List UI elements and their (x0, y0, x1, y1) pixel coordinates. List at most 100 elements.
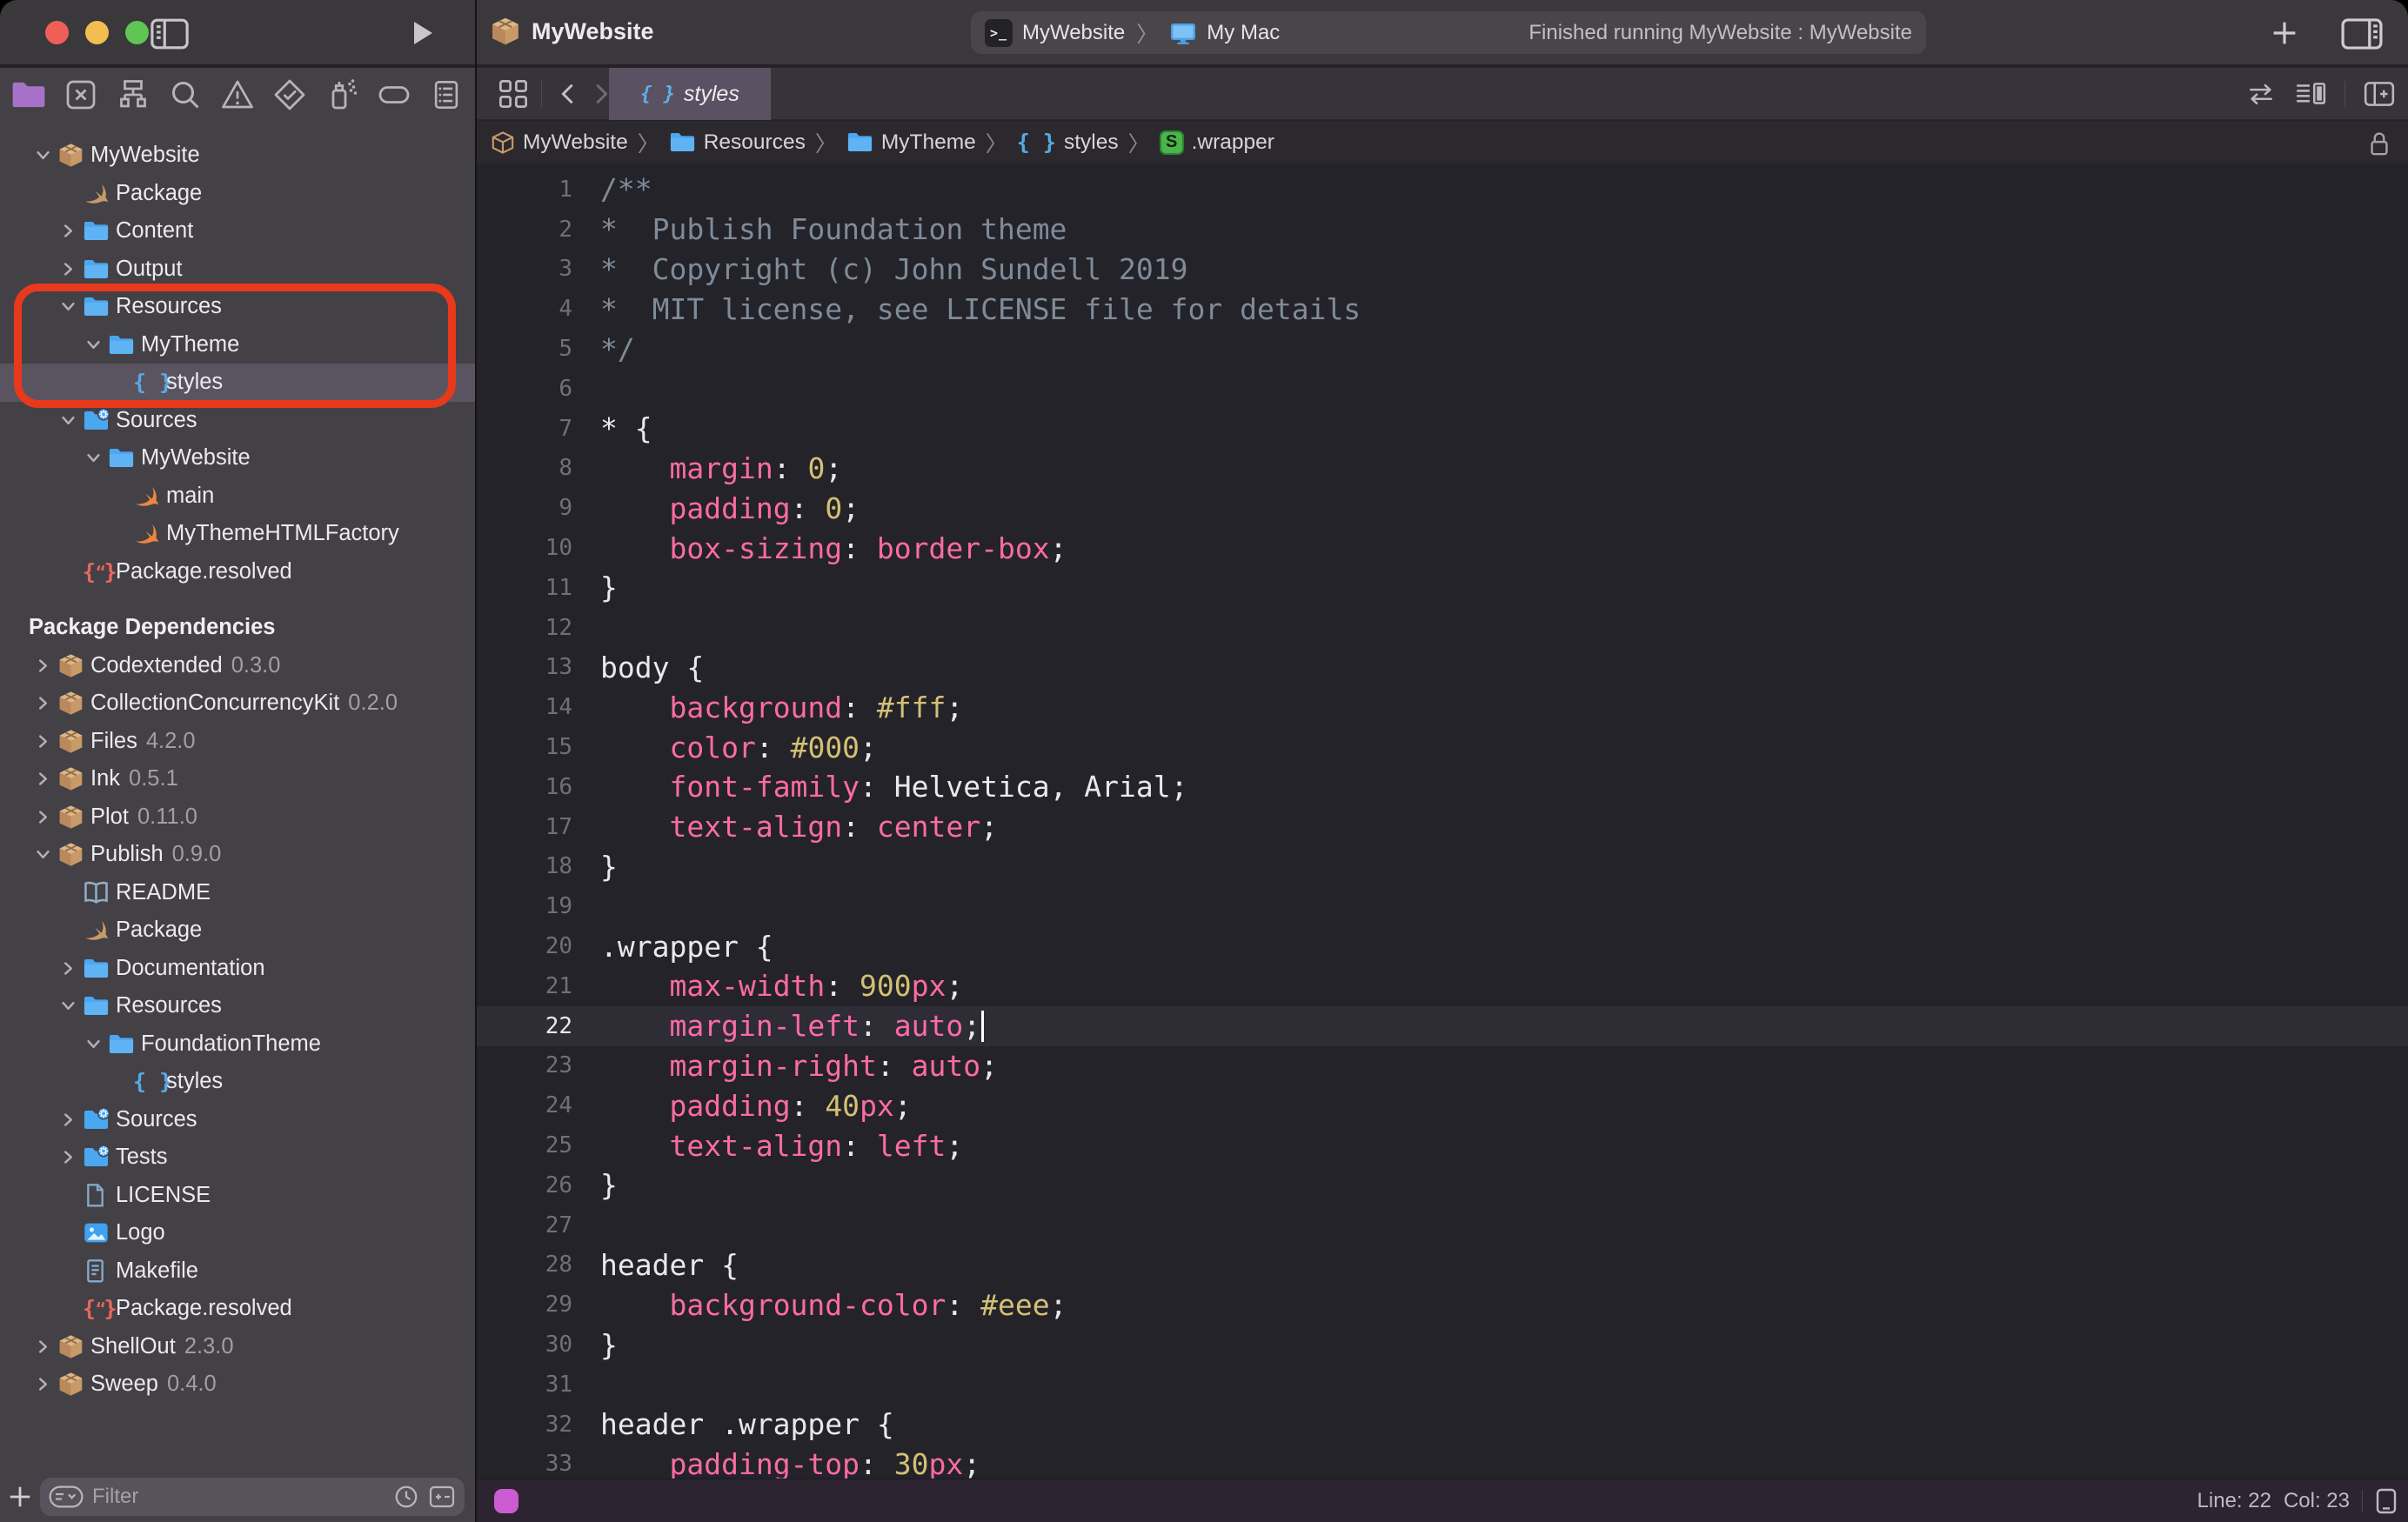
code-line-20[interactable]: 20.wrapper { (477, 926, 2408, 966)
chevron-right-icon[interactable] (29, 694, 57, 712)
close-window-button[interactable] (45, 21, 69, 44)
code-line-28[interactable]: 28header { (477, 1245, 2408, 1285)
chevron-right-icon[interactable] (54, 222, 83, 240)
breadcrumb-item-mywebsite[interactable]: MyWebsite (491, 130, 628, 155)
sidebar-item-resources[interactable]: Resources (0, 987, 475, 1025)
sidebar-item-mywebsite[interactable]: MyWebsite (0, 137, 475, 175)
code-line-25[interactable]: 25 text-align: left; (477, 1125, 2408, 1165)
code-line-29[interactable]: 29 background-color: #eee; (477, 1285, 2408, 1325)
minimize-window-button[interactable] (85, 21, 109, 44)
sidebar-item-makefile[interactable]: Makefile (0, 1252, 475, 1291)
sidebar-item-plot[interactable]: Plot0.11.0 (0, 798, 475, 837)
code-line-11[interactable]: 11} (477, 568, 2408, 608)
sidebar-item-publish[interactable]: Publish0.9.0 (0, 836, 475, 874)
code-line-22[interactable]: 22 margin-left: auto; (477, 1006, 2408, 1046)
scheme-selector[interactable]: >_ MyWebsite 〉 My Mac Finished running M… (971, 11, 1926, 54)
new-tab-button[interactable] (2269, 17, 2300, 49)
code-line-2[interactable]: 2* Publish Foundation theme (477, 210, 2408, 250)
chevron-right-icon[interactable] (54, 959, 83, 978)
sidebar-item-shellout[interactable]: ShellOut2.3.0 (0, 1328, 475, 1366)
chevron-right-icon[interactable] (54, 260, 83, 278)
code-line-8[interactable]: 8 margin: 0; (477, 449, 2408, 489)
chevron-right-icon[interactable] (29, 770, 57, 788)
test-navigator-icon[interactable] (271, 77, 308, 113)
sidebar-item-output[interactable]: Output (0, 250, 475, 289)
code-line-19[interactable]: 19 (477, 886, 2408, 926)
run-button[interactable] (411, 19, 435, 47)
chevron-right-icon[interactable] (54, 1148, 83, 1166)
code-line-3[interactable]: 3* Copyright (c) John Sundell 2019 (477, 250, 2408, 290)
sidebar-item-styles[interactable]: { }styles (0, 1063, 475, 1101)
chevron-down-icon[interactable] (29, 845, 57, 864)
code-line-5[interactable]: 5*/ (477, 329, 2408, 369)
adjust-editor-options-icon[interactable] (2294, 79, 2327, 109)
sidebar-item-sources[interactable]: Sources (0, 402, 475, 440)
editor-layout-icon[interactable] (2340, 17, 2384, 50)
code-line-23[interactable]: 23 margin-right: auto; (477, 1046, 2408, 1086)
chevron-down-icon[interactable] (54, 997, 83, 1015)
sidebar-item-package[interactable]: Package (0, 175, 475, 213)
sidebar-item-sources[interactable]: Sources (0, 1101, 475, 1139)
sidebar-item-main[interactable]: main (0, 477, 475, 516)
breakpoint-tag[interactable] (494, 1489, 518, 1513)
go-back-icon[interactable] (555, 81, 581, 107)
source-control-navigator-icon[interactable] (63, 77, 99, 113)
sidebar-item-mywebsite[interactable]: MyWebsite (0, 439, 475, 477)
chevron-right-icon[interactable] (29, 1338, 57, 1356)
symbol-navigator-icon[interactable] (115, 77, 151, 113)
sidebar-item-package[interactable]: Package (0, 911, 475, 950)
code-line-18[interactable]: 18} (477, 847, 2408, 887)
sidebar-item-codextended[interactable]: Codextended0.3.0 (0, 647, 475, 685)
scheme-name[interactable]: MyWebsite (1022, 21, 1125, 45)
filter-scope-icon[interactable] (428, 1484, 456, 1510)
add-item-button[interactable] (0, 1484, 40, 1510)
code-line-1[interactable]: 1/** (477, 170, 2408, 210)
sidebar-item-styles[interactable]: { }styles (0, 364, 475, 402)
chevron-right-icon[interactable] (29, 1375, 57, 1393)
chevron-down-icon[interactable] (79, 449, 108, 467)
code-line-27[interactable]: 27 (477, 1205, 2408, 1245)
code-line-10[interactable]: 10 box-sizing: border-box; (477, 528, 2408, 568)
debug-navigator-icon[interactable] (324, 77, 360, 113)
sidebar-item-content[interactable]: Content (0, 212, 475, 250)
breakpoint-navigator-icon[interactable] (376, 77, 412, 113)
sidebar-item-package-resolved[interactable]: {“}Package.resolved (0, 1290, 475, 1328)
code-line-13[interactable]: 13body { (477, 648, 2408, 688)
report-navigator-icon[interactable] (428, 77, 465, 113)
breadcrumb-item-styles[interactable]: { }styles (1017, 130, 1119, 156)
code-line-16[interactable]: 16 font-family: Helvetica, Arial; (477, 767, 2408, 807)
code-line-6[interactable]: 6 (477, 369, 2408, 409)
breadcrumb-item-resources[interactable]: Resources (669, 129, 806, 156)
recents-clock-icon[interactable] (393, 1484, 419, 1510)
code-line-14[interactable]: 14 background: #fff; (477, 687, 2408, 727)
add-editor-icon[interactable] (2363, 79, 2396, 109)
code-line-21[interactable]: 21 max-width: 900px; (477, 966, 2408, 1006)
run-destination[interactable]: My Mac (1207, 21, 1280, 45)
code-line-12[interactable]: 12 (477, 608, 2408, 648)
sidebar-item-license[interactable]: LICENSE (0, 1177, 475, 1215)
code-review-icon[interactable] (2245, 79, 2277, 109)
chevron-down-icon[interactable] (79, 1035, 108, 1053)
code-line-15[interactable]: 15 color: #000; (477, 727, 2408, 767)
sidebar-item-mythemehtmlfactory[interactable]: MyThemeHTMLFactory (0, 515, 475, 553)
sidebar-item-tests[interactable]: Tests (0, 1138, 475, 1177)
chevron-right-icon[interactable] (29, 732, 57, 751)
code-line-24[interactable]: 24 padding: 40px; (477, 1085, 2408, 1125)
sidebar-item-documentation[interactable]: Documentation (0, 950, 475, 988)
code-line-9[interactable]: 9 padding: 0; (477, 488, 2408, 528)
code-line-26[interactable]: 26} (477, 1165, 2408, 1205)
chevron-down-icon[interactable] (54, 411, 83, 430)
zoom-window-button[interactable] (125, 21, 149, 44)
sidebar-item-package-resolved[interactable]: {“}Package.resolved (0, 553, 475, 591)
filter-input[interactable]: Filter (40, 1478, 465, 1516)
issue-navigator-icon[interactable] (219, 77, 256, 113)
chevron-down-icon[interactable] (79, 336, 108, 354)
sidebar-item-foundationtheme[interactable]: FoundationTheme (0, 1025, 475, 1064)
code-line-31[interactable]: 31 (477, 1365, 2408, 1405)
sidebar-item-ink[interactable]: Ink0.5.1 (0, 760, 475, 798)
find-navigator-icon[interactable] (167, 77, 204, 113)
tab-overview-icon[interactable] (498, 78, 529, 110)
breadcrumb-item--wrapper[interactable]: S.wrapper (1160, 130, 1274, 155)
sidebar-item-readme[interactable]: README (0, 874, 475, 912)
source-editor[interactable]: 1/**2* Publish Foundation theme3* Copyri… (477, 164, 2408, 1479)
